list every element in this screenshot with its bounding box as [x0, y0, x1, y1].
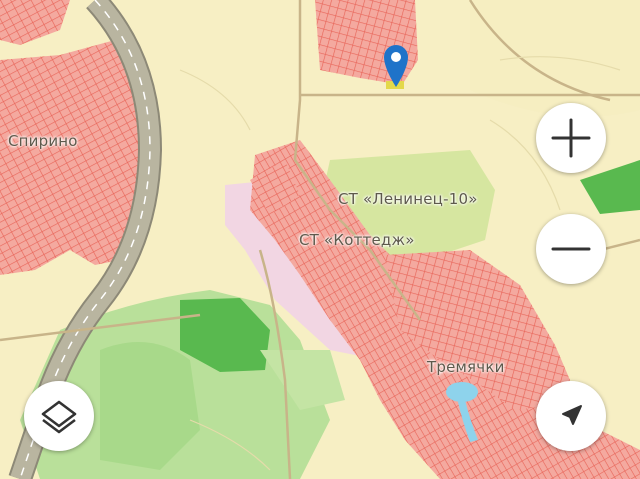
place-label-tremyachki: Тремячки — [427, 358, 505, 376]
place-label-kottedzh: СТ «Коттедж» — [299, 231, 415, 249]
place-label-leninets-10: СТ «Ленинец-10» — [338, 190, 478, 208]
zoom-in-button[interactable] — [536, 103, 606, 173]
plus-icon — [551, 118, 591, 158]
place-label-spirino: Спирино — [8, 132, 78, 150]
layers-button[interactable] — [24, 381, 94, 451]
location-pin-icon[interactable] — [381, 41, 411, 91]
zoom-out-button[interactable] — [536, 214, 606, 284]
navigation-arrow-icon — [562, 405, 582, 425]
locate-me-button[interactable] — [536, 381, 606, 451]
minus-icon — [551, 247, 591, 251]
map-viewport[interactable]: Спирино СТ «Ленинец-10» СТ «Коттедж» Тре… — [0, 0, 640, 479]
layers-icon — [41, 400, 77, 434]
